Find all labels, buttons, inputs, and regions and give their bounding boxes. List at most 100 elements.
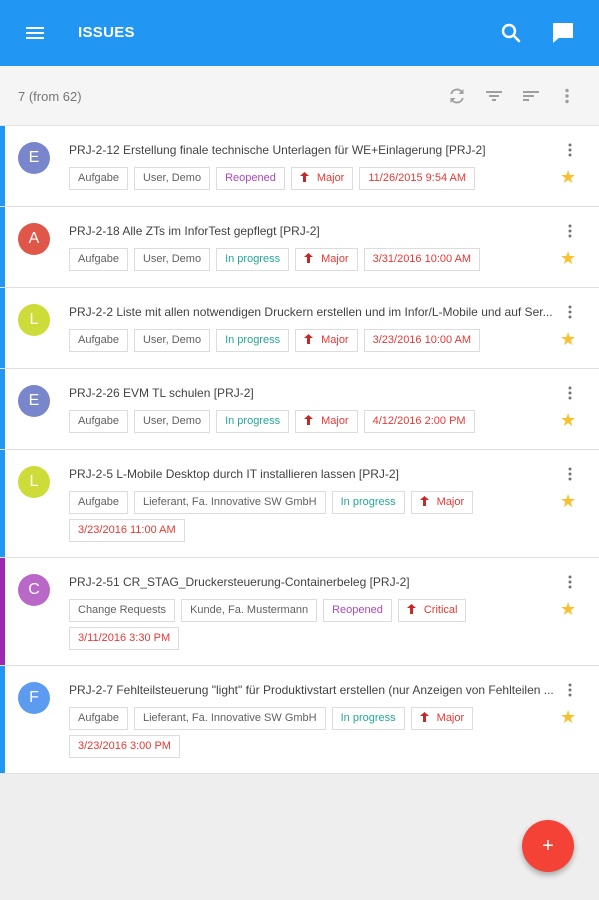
priority-icon xyxy=(304,334,321,346)
priority-label: Major xyxy=(321,334,349,346)
menu-icon[interactable] xyxy=(22,20,50,46)
issue-chips: Aufgabe Lieferant, Fa. Innovative SW GmbH… xyxy=(69,491,549,542)
search-icon[interactable] xyxy=(498,20,524,46)
avatar: L xyxy=(18,304,50,336)
due-date-chip: 3/23/2016 10:00 AM xyxy=(363,329,481,352)
toolbar: 7 (from 62) xyxy=(0,66,599,126)
issue-card[interactable]: F PRJ-2-7 Fehlteilsteuerung "light" für P… xyxy=(0,666,599,774)
more-options-icon[interactable] xyxy=(562,682,578,698)
more-options-icon[interactable] xyxy=(562,223,578,239)
page-title: ISSUES xyxy=(78,24,135,41)
issue-type-chip: Aufgabe xyxy=(69,491,128,514)
issue-summary: PRJ-2-2 Liste mit allen notwendigen Druc… xyxy=(69,305,553,319)
avatar: E xyxy=(18,142,50,174)
status-chip: Reopened xyxy=(323,599,392,622)
issue-card[interactable]: L PRJ-2-2 Liste mit allen notwendigen Dru… xyxy=(0,288,599,369)
star-icon[interactable]: ★ xyxy=(560,492,576,510)
priority-chip: Major xyxy=(295,329,358,352)
priority-icon xyxy=(419,496,437,508)
more-options-icon[interactable] xyxy=(562,385,578,401)
overflow-menu-icon[interactable] xyxy=(555,84,579,108)
issue-chips: Change Requests Kunde, Fa. Mustermann Reop… xyxy=(69,599,549,650)
issue-type-chip: Aufgabe xyxy=(69,707,128,730)
issue-summary: PRJ-2-7 Fehlteilsteuerung "light" für Pr… xyxy=(69,683,554,697)
due-date-chip: 3/31/2016 10:00 AM xyxy=(363,248,481,271)
priority-label: Critical xyxy=(423,604,458,616)
more-options-icon[interactable] xyxy=(562,142,578,158)
issue-type-chip: Aufgabe xyxy=(69,167,128,190)
priority-icon xyxy=(419,712,437,724)
status-color-bar xyxy=(0,207,5,287)
due-date-chip: 11/26/2015 9:54 AM xyxy=(359,167,476,190)
refresh-icon[interactable] xyxy=(445,84,469,108)
issue-summary: PRJ-2-51 CR_STAG_Druckersteuerung-Contai… xyxy=(69,575,410,589)
status-chip: In progress xyxy=(331,491,405,514)
status-chip: In progress xyxy=(331,707,405,730)
priority-icon xyxy=(304,415,321,427)
issue-type-chip: Aufgabe xyxy=(69,329,128,352)
issue-summary: PRJ-2-18 Alle ZTs im InforTest gepflegt … xyxy=(69,224,320,238)
priority-icon xyxy=(304,253,321,265)
status-color-bar xyxy=(0,288,5,368)
issue-count: 7 (from 62) xyxy=(18,89,82,104)
assignee-chip: User, Demo xyxy=(133,248,211,271)
issue-list: E PRJ-2-12 Erstellung finale technische U… xyxy=(0,126,599,774)
priority-chip: Major xyxy=(295,410,358,433)
due-date-chip: 3/23/2016 11:00 AM xyxy=(69,519,185,542)
issue-summary: PRJ-2-5 L-Mobile Desktop durch IT instal… xyxy=(69,467,399,481)
avatar: E xyxy=(18,385,50,417)
assignee-chip: User, Demo xyxy=(133,410,211,433)
star-icon[interactable]: ★ xyxy=(560,708,576,726)
issue-type-chip: Change Requests xyxy=(69,599,176,622)
issue-card[interactable]: C PRJ-2-51 CR_STAG_Druckersteuerung-Conta… xyxy=(0,558,599,666)
status-color-bar xyxy=(0,369,5,449)
status-color-bar xyxy=(0,450,5,557)
issue-card[interactable]: E PRJ-2-26 EVM TL schulen [PRJ-2] ★ Aufgabe… xyxy=(0,369,599,450)
priority-chip: Major xyxy=(410,707,474,730)
star-icon[interactable]: ★ xyxy=(560,411,576,429)
filter-icon[interactable] xyxy=(482,84,506,108)
status-chip: In progress xyxy=(216,410,290,433)
assignee-chip: User, Demo xyxy=(133,329,211,352)
status-color-bar xyxy=(0,666,5,773)
issue-type-chip: Aufgabe xyxy=(69,248,128,271)
issue-chips: Aufgabe Lieferant, Fa. Innovative SW GmbH… xyxy=(69,707,549,758)
star-icon[interactable]: ★ xyxy=(560,249,576,267)
issue-summary: PRJ-2-12 Erstellung finale technische Un… xyxy=(69,143,486,157)
issue-chips: Aufgabe User, Demo In progress Major 3/23/20… xyxy=(69,329,549,352)
priority-label: Major xyxy=(321,415,349,427)
status-chip: In progress xyxy=(216,248,290,271)
sort-icon[interactable] xyxy=(519,84,543,108)
priority-label: Major xyxy=(316,172,345,184)
issue-card[interactable]: L PRJ-2-5 L-Mobile Desktop durch IT insta… xyxy=(0,450,599,558)
star-icon[interactable]: ★ xyxy=(560,600,576,618)
more-options-icon[interactable] xyxy=(562,574,578,590)
add-issue-button[interactable]: + xyxy=(522,820,574,872)
issue-type-chip: Aufgabe xyxy=(69,410,128,433)
priority-chip: Major xyxy=(410,491,474,514)
priority-icon xyxy=(299,172,317,184)
avatar: C xyxy=(18,574,50,606)
issue-card[interactable]: A PRJ-2-18 Alle ZTs im InforTest gepflegt… xyxy=(0,207,599,288)
priority-chip: Critical xyxy=(397,599,467,622)
star-icon[interactable]: ★ xyxy=(560,330,576,348)
assignee-chip: Kunde, Fa. Mustermann xyxy=(181,599,318,622)
issue-chips: Aufgabe User, Demo Reopened Major 11/26/2015… xyxy=(69,167,549,190)
due-date-chip: 3/23/2016 3:00 PM xyxy=(69,735,180,758)
avatar: L xyxy=(18,466,50,498)
star-icon[interactable]: ★ xyxy=(560,168,576,186)
priority-label: Major xyxy=(436,712,465,724)
due-date-chip: 3/11/2016 3:30 PM xyxy=(69,627,180,650)
chat-icon[interactable] xyxy=(550,20,576,46)
priority-icon xyxy=(406,604,424,616)
avatar: F xyxy=(18,682,50,714)
issue-chips: Aufgabe User, Demo In progress Major 3/31/20… xyxy=(69,248,549,271)
status-color-bar xyxy=(0,126,5,206)
more-options-icon[interactable] xyxy=(562,466,578,482)
issue-card[interactable]: E PRJ-2-12 Erstellung finale technische U… xyxy=(0,126,599,207)
more-options-icon[interactable] xyxy=(562,304,578,320)
status-chip: In progress xyxy=(216,329,290,352)
priority-label: Major xyxy=(436,496,465,508)
priority-chip: Major xyxy=(295,248,358,271)
assignee-chip: User, Demo xyxy=(133,167,211,190)
